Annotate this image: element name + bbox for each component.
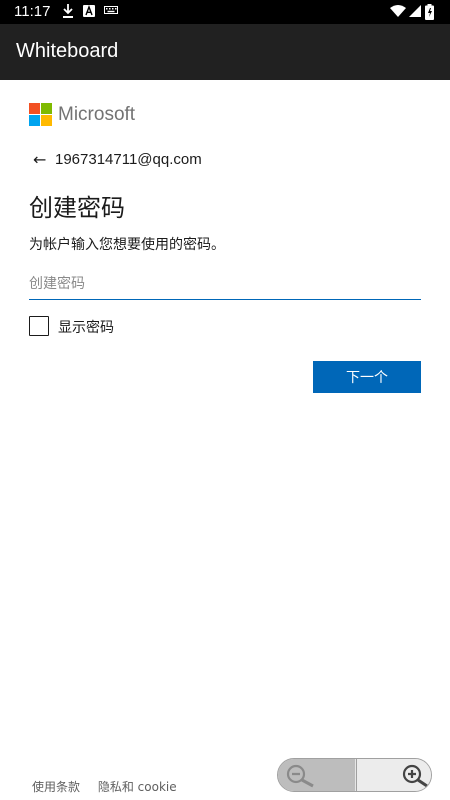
identity-email: 1967314711@qq.com <box>55 151 202 168</box>
a-notification-icon <box>83 5 95 17</box>
zoom-in-button[interactable] <box>356 759 431 791</box>
wifi-icon <box>390 5 406 17</box>
show-password-label[interactable]: 显示密码 <box>58 317 114 337</box>
privacy-link[interactable]: 隐私和 cookie <box>98 780 177 794</box>
app-title: Whiteboard <box>16 40 119 62</box>
battery-icon <box>425 4 434 20</box>
download-icon <box>63 4 73 18</box>
signal-icon <box>409 5 421 17</box>
status-time: 11:17 <box>14 3 51 20</box>
page-description: 为帐户输入您想要使用的密码。 <box>29 237 225 253</box>
back-arrow-icon[interactable]: ← <box>33 150 46 169</box>
microsoft-logo-icon <box>29 103 52 126</box>
status-bar: 11:17 <box>0 0 450 24</box>
microsoft-logo: Microsoft <box>29 103 159 127</box>
logo-text: Microsoft <box>58 104 136 125</box>
next-button[interactable]: 下一个 <box>313 361 421 393</box>
zoom-out-icon <box>286 764 314 788</box>
page-title: 创建密码 <box>29 194 125 222</box>
footer: 使用条款 隐私和 cookie <box>32 778 191 795</box>
zoom-out-button[interactable] <box>278 759 355 791</box>
zoom-in-icon <box>402 764 428 788</box>
terms-link[interactable]: 使用条款 <box>32 780 80 794</box>
app-bar: Whiteboard <box>0 24 450 80</box>
password-input[interactable] <box>29 268 421 300</box>
zoom-control <box>277 758 432 792</box>
keyboard-icon <box>104 6 118 14</box>
show-password-checkbox[interactable] <box>29 316 49 336</box>
